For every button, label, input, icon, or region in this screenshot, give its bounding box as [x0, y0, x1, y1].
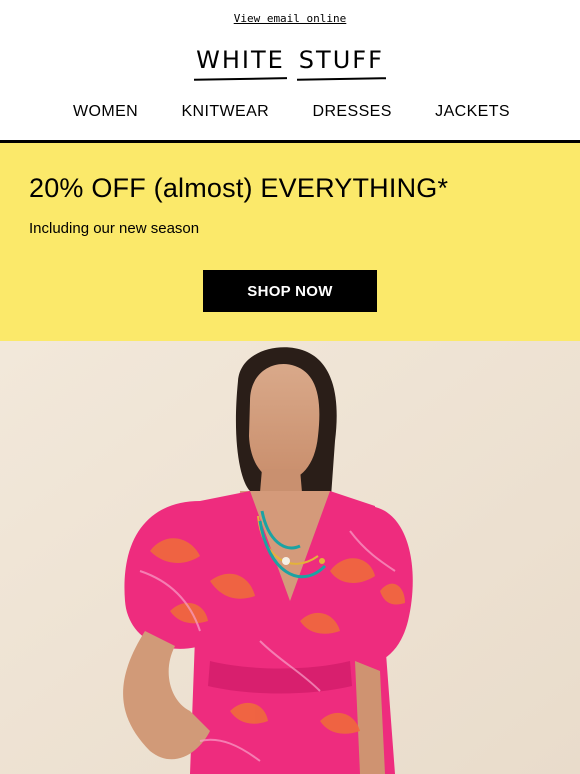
logo-word-stuff: STUFF [299, 46, 384, 77]
view-email-online-link[interactable]: View email online [234, 12, 347, 25]
nav-item-dresses[interactable]: DRESSES [313, 103, 392, 121]
hero-image[interactable] [0, 341, 580, 774]
promo-subline: Including our new season [29, 220, 200, 237]
nav-item-women[interactable]: WOMEN [73, 103, 138, 121]
top-link-bar: View email online [0, 0, 580, 36]
brand-logo[interactable]: WHITE STUFF [196, 46, 384, 77]
main-nav: WOMEN KNITWEAR DRESSES JACKETS [0, 86, 580, 138]
logo-container: WHITE STUFF [0, 36, 580, 86]
model-in-pink-floral-dress-photo [0, 341, 580, 774]
shop-now-button[interactable]: SHOP NOW [203, 270, 377, 312]
nav-item-jackets[interactable]: JACKETS [435, 103, 510, 121]
nav-item-knitwear[interactable]: KNITWEAR [181, 103, 269, 121]
promo-headline: 20% OFF (almost) EVERYTHING* [29, 173, 449, 203]
promo-banner: 20% OFF (almost) EVERYTHING* Including o… [0, 143, 580, 341]
logo-word-white: WHITE [196, 46, 285, 77]
